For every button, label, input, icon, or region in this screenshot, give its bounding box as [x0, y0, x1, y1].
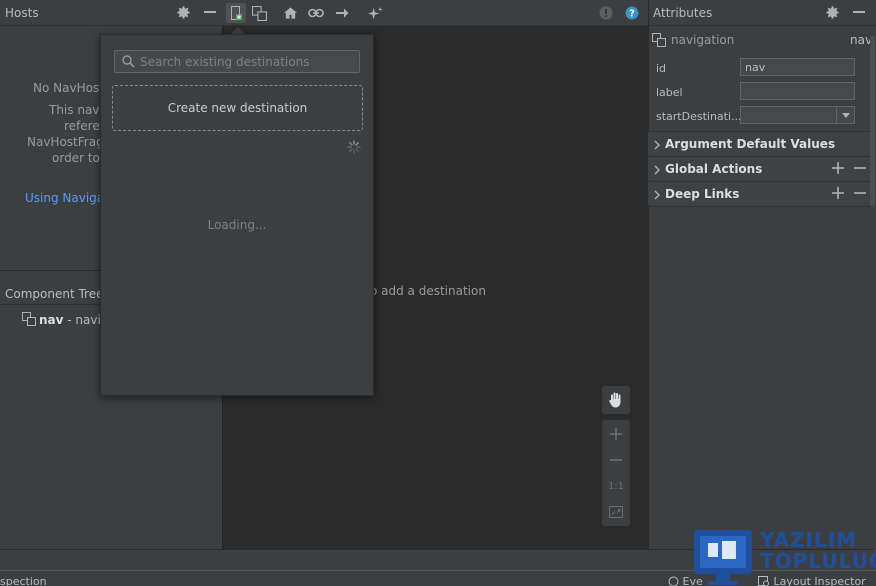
watermark-logo: [686, 525, 756, 586]
section-label: Deep Links: [665, 187, 740, 201]
svg-text:?: ?: [629, 9, 635, 20]
navigation-docs-link[interactable]: Using Navigat: [25, 191, 109, 205]
chevron-right-icon: [654, 139, 660, 153]
section-label: Global Actions: [665, 162, 763, 176]
auto-arrange-button[interactable]: [365, 3, 385, 23]
attr-label-label: label: [656, 86, 683, 99]
attr-start-destination-select[interactable]: [740, 106, 855, 124]
tree-row-nav[interactable]: nav - navig: [22, 312, 108, 327]
section-divider: [648, 206, 870, 207]
add-icon[interactable]: [832, 187, 844, 202]
loading-spinner-icon: [347, 140, 361, 154]
layout-inspector-tab[interactable]: Layout Inspector: [758, 575, 866, 586]
search-icon: [122, 55, 135, 68]
tree-row-name: nav: [39, 313, 64, 327]
nested-graph-icon: [251, 5, 267, 21]
gear-icon[interactable]: [176, 5, 191, 20]
plus-icon: [610, 428, 622, 440]
section-global-actions[interactable]: Global Actions: [648, 156, 870, 180]
destination-search-box[interactable]: [114, 50, 360, 73]
minimize-icon[interactable]: [203, 5, 217, 19]
gear-icon[interactable]: [825, 5, 840, 20]
hosts-message-line: order to l: [52, 151, 108, 165]
popup-arrow: [231, 27, 245, 34]
component-name-label: nav: [850, 33, 873, 47]
attributes-title: Attributes: [653, 6, 713, 20]
hosts-message-line: referer: [64, 119, 105, 133]
hosts-title: Hosts: [5, 6, 39, 20]
home-icon: [283, 6, 298, 20]
chevron-right-icon: [654, 189, 660, 203]
deep-link-button[interactable]: [306, 3, 326, 23]
arrow-right-icon: [335, 7, 349, 19]
watermark-text: TOPLULUĞU: [760, 549, 876, 573]
component-type-label: navigation: [671, 33, 735, 47]
add-icon[interactable]: [832, 162, 844, 177]
help-icon: ?: [625, 6, 639, 20]
section-deep-links[interactable]: Deep Links: [648, 181, 870, 205]
layout-inspector-icon: [758, 576, 770, 586]
attr-label-field[interactable]: [740, 82, 855, 100]
remove-icon[interactable]: [854, 187, 866, 202]
link-icon: [308, 8, 324, 18]
hand-icon: [608, 391, 624, 409]
event-log-icon: [668, 576, 679, 586]
nested-graph-button[interactable]: [249, 3, 269, 23]
new-destination-icon: [231, 6, 242, 20]
pan-button[interactable]: [602, 386, 630, 414]
create-new-destination-button[interactable]: Create new destination: [112, 85, 363, 131]
zoom-in-button[interactable]: [602, 421, 630, 447]
zoom-actual-size-button[interactable]: 1:1: [602, 473, 630, 499]
fit-screen-icon: [609, 506, 623, 518]
zoom-controls: 1:1: [602, 420, 630, 526]
help-button[interactable]: ?: [622, 3, 642, 23]
attr-id-field[interactable]: [740, 58, 855, 76]
inspection-tab[interactable]: spection: [0, 575, 47, 586]
warning-button[interactable]: [596, 3, 616, 23]
start-destination-button[interactable]: [280, 3, 300, 23]
new-destination-button[interactable]: [226, 3, 246, 23]
loading-text: Loading...: [207, 218, 267, 232]
component-tree-title: Component Tree: [5, 287, 104, 301]
hosts-message-line: No NavHost: [33, 81, 104, 95]
attr-start-destination-label: startDestinati...: [656, 110, 742, 123]
zoom-out-button[interactable]: [602, 447, 630, 473]
zoom-to-fit-button[interactable]: [602, 499, 630, 525]
section-argument-default-values[interactable]: Argument Default Values: [648, 131, 870, 155]
sparkle-icon: [367, 6, 383, 21]
remove-icon[interactable]: [854, 162, 866, 177]
attributes-scrollbar[interactable]: [870, 36, 875, 206]
minus-icon: [610, 454, 622, 466]
attr-id-label: id: [656, 62, 667, 75]
minimize-icon[interactable]: [852, 5, 866, 19]
add-action-button[interactable]: [332, 3, 352, 23]
canvas-empty-hint: o add a destination: [370, 284, 486, 298]
chevron-right-icon: [654, 164, 660, 178]
navigation-graph-icon: [652, 33, 666, 47]
chevron-down-icon: [836, 107, 854, 123]
layout-inspector-label: Layout Inspector: [773, 575, 866, 586]
search-input[interactable]: [140, 54, 354, 70]
navigation-graph-icon: [22, 312, 36, 326]
section-label: Argument Default Values: [665, 137, 836, 151]
info-warning-icon: [599, 6, 613, 20]
